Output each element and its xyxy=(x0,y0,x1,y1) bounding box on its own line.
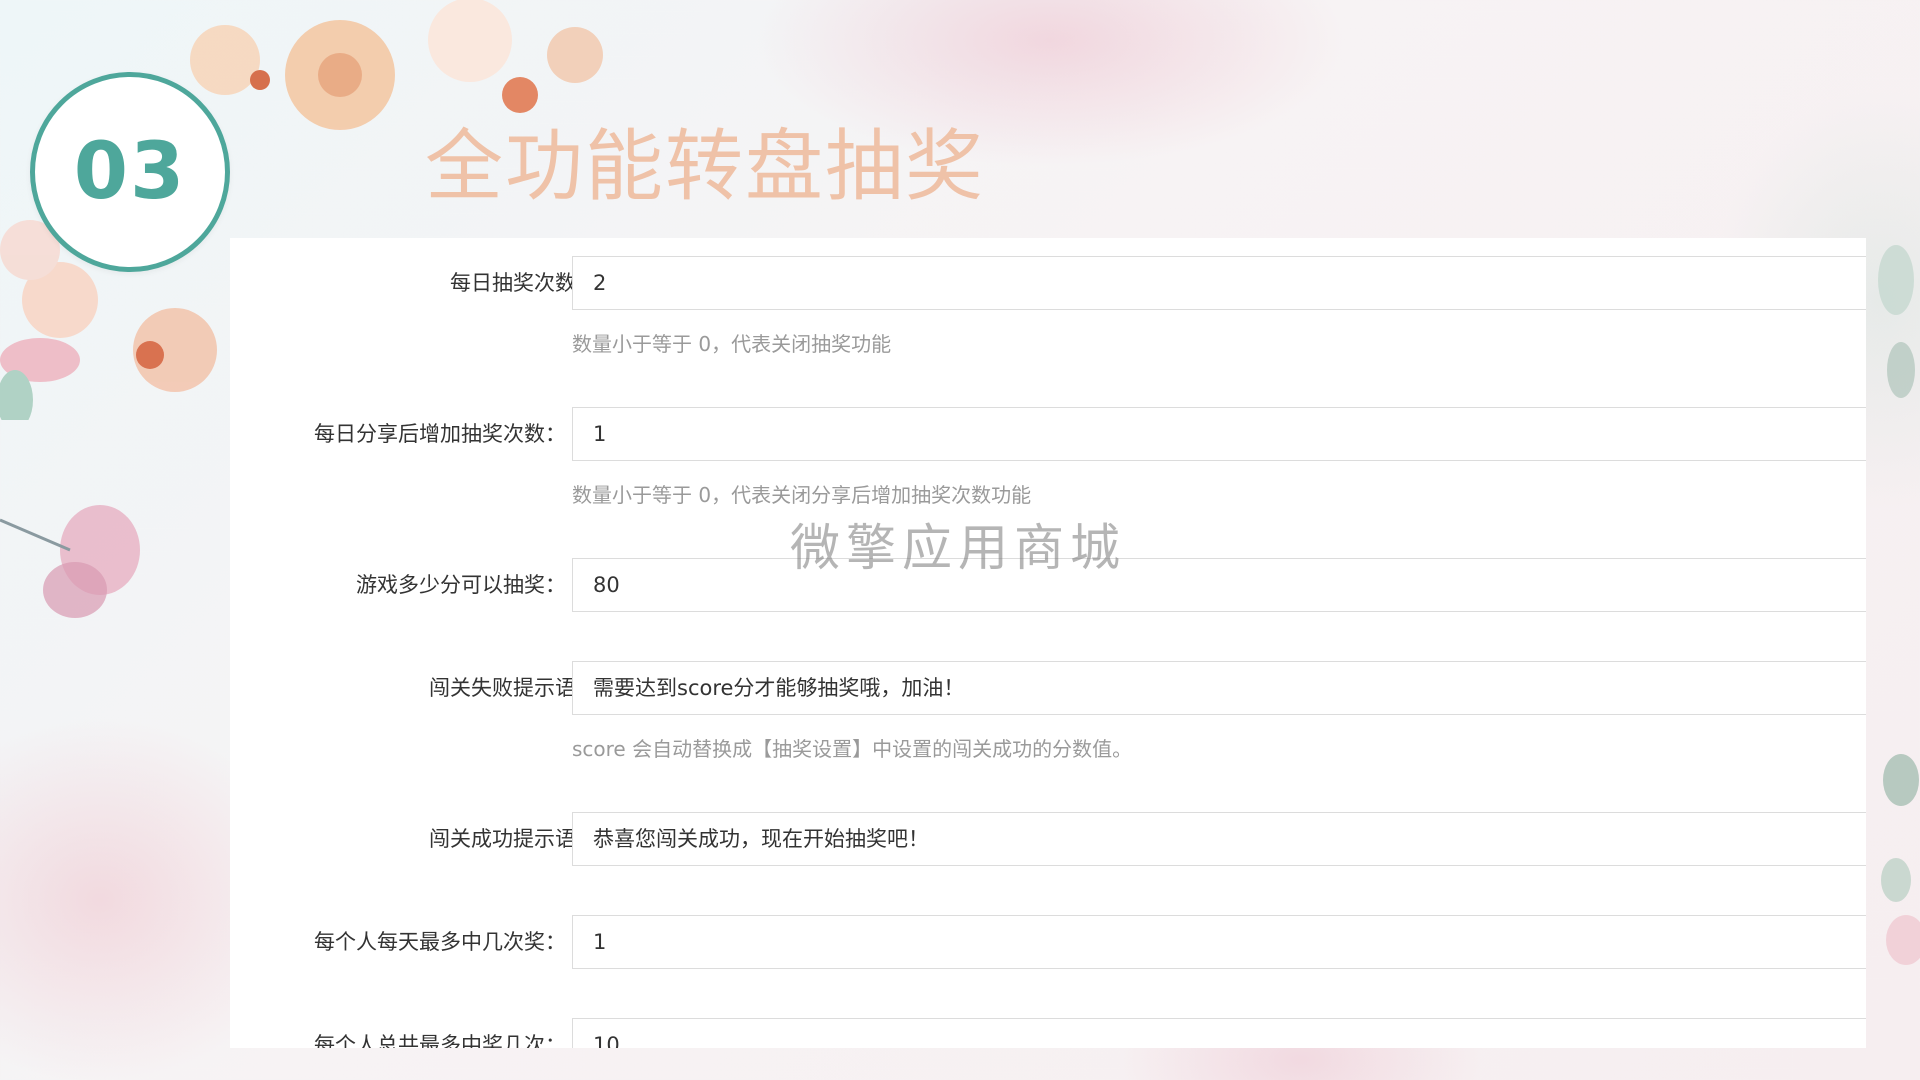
daily-draws-input[interactable]: 2 xyxy=(572,256,1866,310)
daily-draws-label: 每日抽奖次数 xyxy=(450,271,576,295)
settings-form-panel: 每日抽奖次数 2 数量小于等于 0，代表关闭抽奖功能 每日分享后增加抽奖次数： … xyxy=(230,238,1866,1048)
daily-win-limit-input[interactable]: 1 xyxy=(572,915,1866,969)
fail-message-label: 闯关失败提示语 xyxy=(429,676,576,700)
daily-draws-hint: 数量小于等于 0，代表关闭抽奖功能 xyxy=(572,332,892,356)
section-number: 03 xyxy=(73,127,187,217)
success-message-label: 闯关成功提示语 xyxy=(429,827,576,851)
form-row-min-score: 游戏多少分可以抽奖： 80 xyxy=(230,558,1866,612)
form-row-daily-draws: 每日抽奖次数 2 xyxy=(230,256,1866,310)
min-score-input[interactable]: 80 xyxy=(572,558,1866,612)
form-row-total-win-limit: 每个人总共最多中奖几次： 10 xyxy=(230,1018,1866,1048)
floral-decoration-right xyxy=(1878,245,1920,965)
section-number-badge: 03 xyxy=(30,72,230,272)
floral-decoration-left xyxy=(0,505,140,618)
form-row-daily-win-limit: 每个人每天最多中几次奖： 1 xyxy=(230,915,1866,969)
daily-win-limit-label: 每个人每天最多中几次奖： xyxy=(314,930,566,954)
success-message-input[interactable]: 恭喜您闯关成功，现在开始抽奖吧！ xyxy=(572,812,1866,866)
fail-message-hint: score 会自动替换成【抽奖设置】中设置的闯关成功的分数值。 xyxy=(572,737,1133,761)
min-score-label: 游戏多少分可以抽奖： xyxy=(356,573,566,597)
share-bonus-draws-hint: 数量小于等于 0，代表关闭分享后增加抽奖次数功能 xyxy=(572,483,1032,507)
form-row-success-message: 闯关成功提示语 恭喜您闯关成功，现在开始抽奖吧！ xyxy=(230,812,1866,866)
share-bonus-draws-label: 每日分享后增加抽奖次数： xyxy=(314,422,566,446)
total-win-limit-input[interactable]: 10 xyxy=(572,1018,1866,1048)
form-row-fail-message: 闯关失败提示语 需要达到score分才能够抽奖哦，加油！ xyxy=(230,661,1866,715)
share-bonus-draws-input[interactable]: 1 xyxy=(572,407,1866,461)
fail-message-input[interactable]: 需要达到score分才能够抽奖哦，加油！ xyxy=(572,661,1866,715)
slide-title: 全功能转盘抽奖 xyxy=(425,122,986,212)
total-win-limit-label: 每个人总共最多中奖几次： xyxy=(314,1033,566,1048)
form-row-share-bonus-draws: 每日分享后增加抽奖次数： 1 xyxy=(230,407,1866,461)
